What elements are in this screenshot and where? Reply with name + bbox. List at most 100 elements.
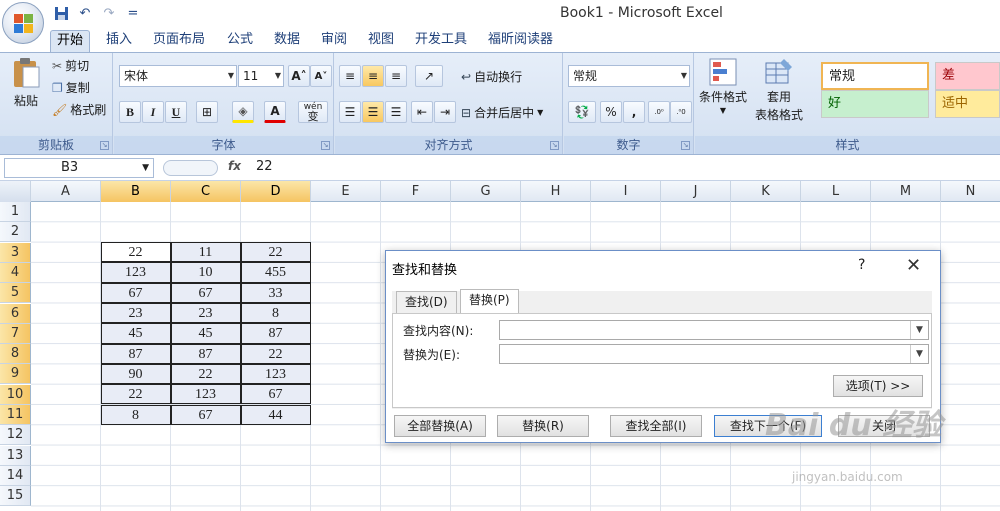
- bold-button[interactable]: B: [119, 101, 141, 123]
- tab-review[interactable]: 审阅: [315, 30, 353, 52]
- table-cell[interactable]: 45: [170, 323, 241, 344]
- format-as-table-button[interactable]: 套用 表格格式: [755, 57, 803, 123]
- column-header[interactable]: C: [171, 181, 241, 202]
- shrink-font-button[interactable]: A ˅: [310, 65, 332, 87]
- borders-button[interactable]: ⊞: [196, 101, 218, 123]
- tab-view[interactable]: 视图: [362, 30, 400, 52]
- percent-button[interactable]: %: [600, 101, 622, 123]
- column-header[interactable]: D: [241, 181, 311, 202]
- align-middle-button[interactable]: ≡: [362, 65, 384, 87]
- table-cell[interactable]: 22: [100, 384, 171, 405]
- column-header[interactable]: K: [731, 181, 801, 202]
- align-left-button[interactable]: ☰: [339, 101, 361, 123]
- row-header[interactable]: 12: [0, 425, 31, 446]
- align-center-button[interactable]: ☰: [362, 101, 384, 123]
- help-icon[interactable]: ?: [858, 257, 865, 273]
- column-header[interactable]: B: [101, 181, 171, 202]
- conditional-format-button[interactable]: 条件格式 ▼: [699, 57, 747, 115]
- table-cell[interactable]: 22: [240, 343, 311, 364]
- column-header[interactable]: M: [871, 181, 941, 202]
- row-header[interactable]: 9: [0, 364, 31, 385]
- tab-page-layout[interactable]: 页面布局: [147, 30, 211, 52]
- style-neutral[interactable]: 适中: [935, 90, 1000, 118]
- table-cell[interactable]: 23: [100, 303, 171, 324]
- row-header[interactable]: 1: [0, 202, 31, 222]
- column-header[interactable]: E: [311, 181, 381, 202]
- tab-insert[interactable]: 插入: [100, 30, 138, 52]
- table-cell[interactable]: 455: [240, 262, 311, 283]
- table-cell[interactable]: 123: [240, 363, 311, 385]
- decrease-decimal-button[interactable]: .⁰0: [670, 101, 692, 123]
- row-header[interactable]: 10: [0, 384, 31, 405]
- orientation-button[interactable]: ↗: [415, 65, 443, 87]
- table-cell[interactable]: 90: [100, 363, 171, 385]
- dialog-launcher-icon[interactable]: ↘: [550, 141, 559, 150]
- decrease-indent-button[interactable]: ⇤: [411, 101, 433, 123]
- format-painter-button[interactable]: 🖌 格式刷: [52, 101, 106, 118]
- font-name-combo[interactable]: 宋体 ▼: [119, 65, 237, 87]
- column-header[interactable]: I: [591, 181, 661, 202]
- replace-all-button[interactable]: 全部替换(A): [394, 415, 486, 437]
- office-button[interactable]: [2, 2, 44, 44]
- table-cell[interactable]: 44: [240, 404, 311, 425]
- find-all-button[interactable]: 查找全部(I): [610, 415, 702, 437]
- paste-button[interactable]: 粘贴: [6, 57, 46, 109]
- undo-icon[interactable]: ↶: [76, 4, 94, 22]
- column-header[interactable]: A: [31, 181, 101, 202]
- name-box[interactable]: B3 ▼: [4, 158, 154, 178]
- table-cell[interactable]: 87: [100, 343, 171, 364]
- style-normal[interactable]: 常规: [821, 62, 929, 90]
- find-what-input[interactable]: ▼: [499, 320, 929, 340]
- row-header[interactable]: 5: [0, 283, 31, 304]
- table-cell[interactable]: 22: [170, 363, 241, 385]
- increase-decimal-button[interactable]: .0⁰: [648, 101, 670, 123]
- table-cell[interactable]: 22: [100, 242, 171, 263]
- dialog-launcher-icon[interactable]: ↘: [321, 141, 330, 150]
- cut-button[interactable]: ✂ 剪切: [52, 57, 89, 74]
- tab-formulas[interactable]: 公式: [221, 30, 259, 52]
- chevron-down-icon[interactable]: ▼: [910, 345, 928, 363]
- table-cell[interactable]: 8: [240, 303, 311, 324]
- table-cell[interactable]: 22: [240, 242, 311, 263]
- formula-bar-expander[interactable]: [163, 160, 218, 176]
- row-header[interactable]: 2: [0, 222, 31, 243]
- increase-indent-button[interactable]: ⇥: [434, 101, 456, 123]
- table-cell[interactable]: 67: [170, 282, 241, 303]
- table-cell[interactable]: 67: [240, 384, 311, 405]
- column-header[interactable]: H: [521, 181, 591, 202]
- table-cell[interactable]: 11: [170, 242, 241, 263]
- table-cell[interactable]: 33: [240, 282, 311, 303]
- copy-button[interactable]: ❐ 复制: [52, 79, 90, 96]
- tab-home[interactable]: 开始: [50, 30, 91, 52]
- column-header[interactable]: G: [451, 181, 521, 202]
- fill-color-button[interactable]: ◈: [232, 101, 254, 123]
- dialog-launcher-icon[interactable]: ↘: [681, 141, 690, 150]
- replace-with-input[interactable]: ▼: [499, 344, 929, 364]
- table-cell[interactable]: 87: [240, 323, 311, 344]
- chevron-down-icon[interactable]: ▼: [910, 321, 928, 339]
- tab-developer[interactable]: 开发工具: [409, 30, 473, 52]
- accounting-button[interactable]: 💱: [568, 101, 596, 123]
- tab-foxit-reader[interactable]: 福昕阅读器: [482, 30, 559, 52]
- table-cell[interactable]: 67: [170, 404, 241, 425]
- redo-icon[interactable]: ↷: [100, 4, 118, 22]
- comma-button[interactable]: ,: [623, 101, 645, 123]
- tab-find[interactable]: 查找(D): [396, 291, 457, 313]
- save-icon[interactable]: [52, 4, 70, 22]
- style-bad[interactable]: 差: [935, 62, 1000, 90]
- row-header[interactable]: 11: [0, 405, 31, 425]
- font-color-button[interactable]: A: [264, 101, 286, 123]
- table-cell[interactable]: 10: [170, 262, 241, 283]
- row-header[interactable]: 14: [0, 465, 31, 486]
- column-header[interactable]: N: [941, 181, 1000, 202]
- table-cell[interactable]: 45: [100, 323, 171, 344]
- phonetic-button[interactable]: wén 变: [298, 101, 328, 123]
- align-bottom-button[interactable]: ≡: [385, 65, 407, 87]
- table-cell[interactable]: 23: [170, 303, 241, 324]
- row-header[interactable]: 7: [0, 323, 31, 344]
- row-header[interactable]: 3: [0, 242, 31, 263]
- row-header[interactable]: 13: [0, 445, 31, 466]
- table-cell[interactable]: 123: [170, 384, 241, 405]
- table-cell[interactable]: 87: [170, 343, 241, 364]
- column-header[interactable]: F: [381, 181, 451, 202]
